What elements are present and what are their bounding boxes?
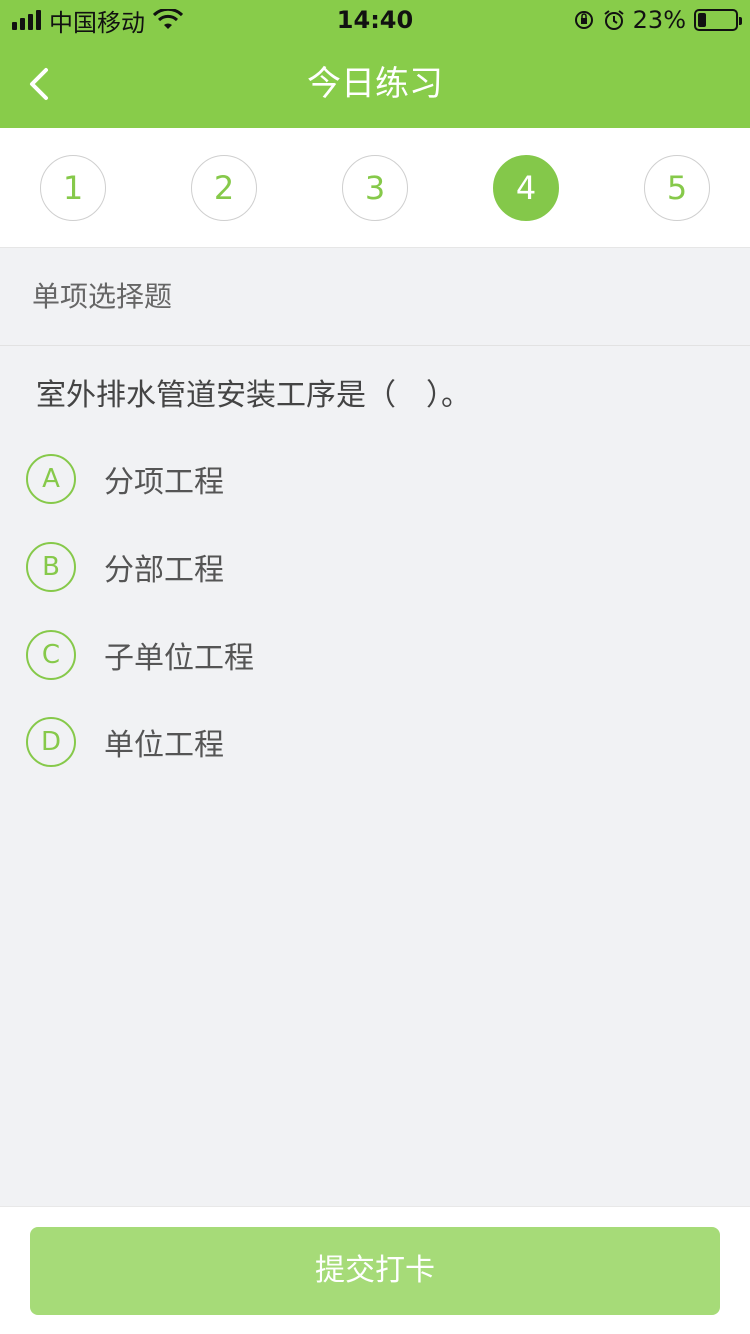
question-text: 室外排水管道安装工序是（ ）。 [36,378,471,413]
option-text: 分项工程 [104,465,224,500]
step-1[interactable]: 1 [40,155,106,221]
alarm-icon [604,10,624,30]
option-text: 分部工程 [104,553,224,588]
step-3[interactable]: 3 [342,155,408,221]
option-c[interactable]: C 子单位工程 [26,629,716,681]
question-type-label: 单项选择题 [0,248,750,346]
option-b[interactable]: B 分部工程 [26,541,716,593]
page-title: 今日练习 [307,64,443,104]
step-2[interactable]: 2 [191,155,257,221]
submit-button[interactable]: 提交打卡 [30,1227,720,1315]
question-stepper: 1 2 3 4 5 [0,128,750,248]
option-letter: D [26,717,76,767]
battery-fill [698,13,706,27]
option-letter: B [26,542,76,592]
status-right: 23% [573,6,742,34]
battery-icon [694,9,742,31]
option-a[interactable]: A 分项工程 [26,453,716,505]
option-d[interactable]: D 单位工程 [26,716,716,768]
step-4-active[interactable]: 4 [493,155,559,221]
option-text: 子单位工程 [104,641,254,676]
rotation-lock-icon [574,11,593,29]
option-letter: C [26,630,76,680]
battery-percent: 23% [632,6,686,34]
step-5[interactable]: 5 [644,155,710,221]
option-text: 单位工程 [104,728,224,763]
header: 中国移动 14:40 23% 今日练习 [0,0,750,128]
footer: 提交打卡 [0,1206,750,1334]
status-bar: 中国移动 14:40 23% [0,0,750,40]
option-letter: A [26,454,76,504]
